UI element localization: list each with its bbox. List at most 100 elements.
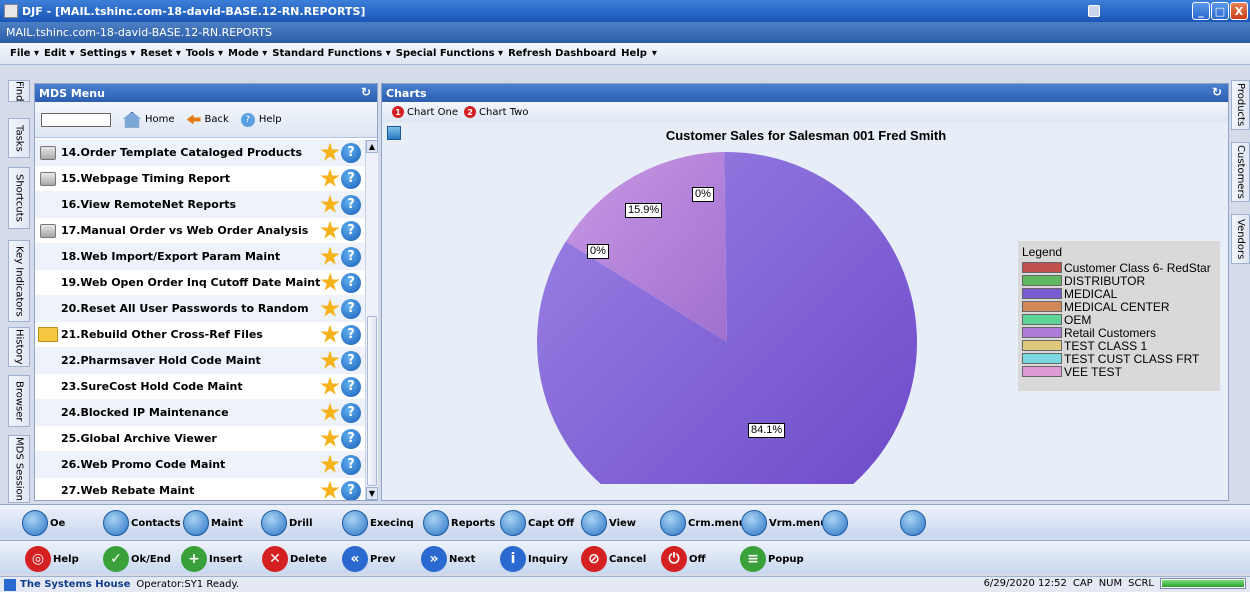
action-button-prev[interactable]: «Prev <box>342 546 396 572</box>
left-tab-find[interactable]: Find <box>8 80 30 102</box>
function-button-drill[interactable]: Drill <box>261 510 313 536</box>
scroll-thumb[interactable] <box>367 316 377 486</box>
menu-list-item[interactable]: 22.Pharmsaver Hold Code Maint? <box>35 348 365 374</box>
action-button-next[interactable]: » Next <box>421 546 475 572</box>
menu-item-8[interactable]: Refresh Dashboard <box>508 48 616 59</box>
menu-list-item[interactable]: 27.Web Rebate Maint? <box>35 478 365 500</box>
back-button[interactable]: Back <box>186 114 229 125</box>
scroll-up-arrow[interactable]: ▲ <box>366 140 378 153</box>
function-button-blank-10[interactable] <box>822 510 850 536</box>
item-help-icon[interactable]: ? <box>341 142 361 163</box>
action-button-inquiry[interactable]: i Inquiry <box>500 546 568 572</box>
item-help-icon[interactable]: ? <box>341 376 361 397</box>
item-help-icon[interactable]: ? <box>341 480 361 500</box>
scroll-down-arrow[interactable]: ▼ <box>366 487 378 500</box>
function-button-label: Vrm.menu <box>769 517 828 529</box>
favorite-star-icon[interactable] <box>320 246 340 265</box>
home-button[interactable]: Home <box>123 111 175 128</box>
menu-list-item[interactable]: 14.Order Template Cataloged Products? <box>35 140 365 166</box>
favorite-star-icon[interactable] <box>320 324 340 343</box>
menu-list-item[interactable]: 17.Manual Order vs Web Order Analysis? <box>35 218 365 244</box>
action-button-popup[interactable]: ≡ Popup <box>740 546 804 572</box>
menu-list-item[interactable]: 20.Reset All User Passwords to Random? <box>35 296 365 322</box>
favorite-star-icon[interactable] <box>320 402 340 421</box>
menu-item-2[interactable]: Settings ▾ <box>80 48 136 59</box>
item-help-icon[interactable]: ? <box>341 324 361 345</box>
menu-list-item[interactable]: 26.Web Promo Code Maint? <box>35 452 365 478</box>
function-button-reports[interactable]: Reports <box>423 510 495 536</box>
legend-swatch <box>1022 314 1062 325</box>
menu-list-item[interactable]: 23.SureCost Hold Code Maint? <box>35 374 365 400</box>
favorite-star-icon[interactable] <box>320 298 340 317</box>
function-button-contacts[interactable]: Contacts <box>103 510 181 536</box>
minimize-button[interactable]: _ <box>1192 2 1210 20</box>
menu-item-5[interactable]: Mode ▾ <box>228 48 267 59</box>
menu-item-4[interactable]: Tools ▾ <box>186 48 223 59</box>
item-help-icon[interactable]: ? <box>341 402 361 423</box>
favorite-star-icon[interactable] <box>320 272 340 291</box>
menu-list-item[interactable]: 15.Webpage Timing Report? <box>35 166 365 192</box>
favorite-star-icon[interactable] <box>320 142 340 161</box>
function-button-capt-off[interactable]: Capt Off <box>500 510 574 536</box>
favorite-star-icon[interactable] <box>320 428 340 447</box>
menu-item-3[interactable]: Reset ▾ <box>140 48 181 59</box>
item-help-icon[interactable]: ? <box>341 246 361 267</box>
mds-refresh-icon[interactable]: ↻ <box>361 85 371 99</box>
close-button[interactable]: X <box>1230 2 1248 20</box>
menu-item-6[interactable]: Standard Functions ▾ <box>272 48 390 59</box>
item-help-icon[interactable]: ? <box>341 194 361 215</box>
maximize-button[interactable]: □ <box>1211 2 1229 20</box>
mds-menu-input[interactable] <box>41 112 111 127</box>
action-button-ok-end[interactable]: ✓ Ok/End <box>103 546 171 572</box>
right-tab-customers[interactable]: Customers <box>1231 142 1250 202</box>
menu-item-7[interactable]: Special Functions ▾ <box>396 48 503 59</box>
action-button-delete[interactable]: ✕ Delete <box>262 546 327 572</box>
action-button-off[interactable]: ⏻ Off <box>661 546 706 572</box>
favorite-star-icon[interactable] <box>320 194 340 213</box>
item-help-icon[interactable]: ? <box>341 428 361 449</box>
favorite-star-icon[interactable] <box>320 480 340 499</box>
function-button-view[interactable]: View <box>581 510 636 536</box>
left-tab-tasks[interactable]: Tasks <box>8 118 30 158</box>
action-button-cancel[interactable]: ⊘ Cancel <box>581 546 646 572</box>
function-button-execinq[interactable]: Execinq <box>342 510 414 536</box>
menu-item-10[interactable]: ▾ <box>652 48 657 59</box>
left-tab-history[interactable]: History <box>8 327 30 367</box>
menu-list-item[interactable]: 21.Rebuild Other Cross-Ref Files? <box>35 322 365 348</box>
tray-icon[interactable] <box>1088 5 1100 17</box>
item-help-icon[interactable]: ? <box>341 272 361 293</box>
menu-list-item[interactable]: 24.Blocked IP Maintenance? <box>35 400 365 426</box>
menu-list-item[interactable]: 18.Web Import/Export Param Maint? <box>35 244 365 270</box>
function-button-maint[interactable]: Maint <box>183 510 243 536</box>
menu-list-item[interactable]: 16.View RemoteNet Reports? <box>35 192 365 218</box>
favorite-star-icon[interactable] <box>320 454 340 473</box>
item-help-icon[interactable]: ? <box>341 168 361 189</box>
favorite-star-icon[interactable] <box>320 350 340 369</box>
item-help-icon[interactable]: ? <box>341 220 361 241</box>
left-tab-key-indicators[interactable]: Key Indicators <box>8 240 30 322</box>
left-tab-shortcuts[interactable]: Shortcuts <box>8 167 30 229</box>
help-button[interactable]: ? Help <box>240 112 282 127</box>
function-button-crm-menu[interactable]: Crm.menu <box>660 510 746 536</box>
favorite-star-icon[interactable] <box>320 376 340 395</box>
right-tab-vendors[interactable]: Vendors <box>1231 214 1250 264</box>
menu-list-item[interactable]: 19.Web Open Order Inq Cutoff Date Maint? <box>35 270 365 296</box>
action-button-help[interactable]: ◎ Help <box>25 546 79 572</box>
menu-list-item[interactable]: 25.Global Archive Viewer? <box>35 426 365 452</box>
right-tab-products[interactable]: Products <box>1231 80 1250 130</box>
left-tab-mds-session[interactable]: MDS Session <box>8 435 30 503</box>
action-button-insert[interactable]: + Insert <box>181 546 242 572</box>
favorite-star-icon[interactable] <box>320 220 340 239</box>
menu-item-1[interactable]: Edit ▾ <box>44 48 75 59</box>
menu-item-9[interactable]: Help <box>621 48 647 59</box>
menu-item-0[interactable]: File ▾ <box>10 48 39 59</box>
left-tab-browser[interactable]: Browser <box>8 375 30 427</box>
item-help-icon[interactable]: ? <box>341 350 361 371</box>
menu-scrollbar[interactable]: ▲ ▼ <box>365 140 378 500</box>
item-help-icon[interactable]: ? <box>341 454 361 475</box>
item-help-icon[interactable]: ? <box>341 298 361 319</box>
function-button-vrm-menu[interactable]: Vrm.menu <box>741 510 827 536</box>
function-button-oe[interactable]: Oe <box>22 510 65 536</box>
favorite-star-icon[interactable] <box>320 168 340 187</box>
function-button-blank-11[interactable] <box>900 510 928 536</box>
